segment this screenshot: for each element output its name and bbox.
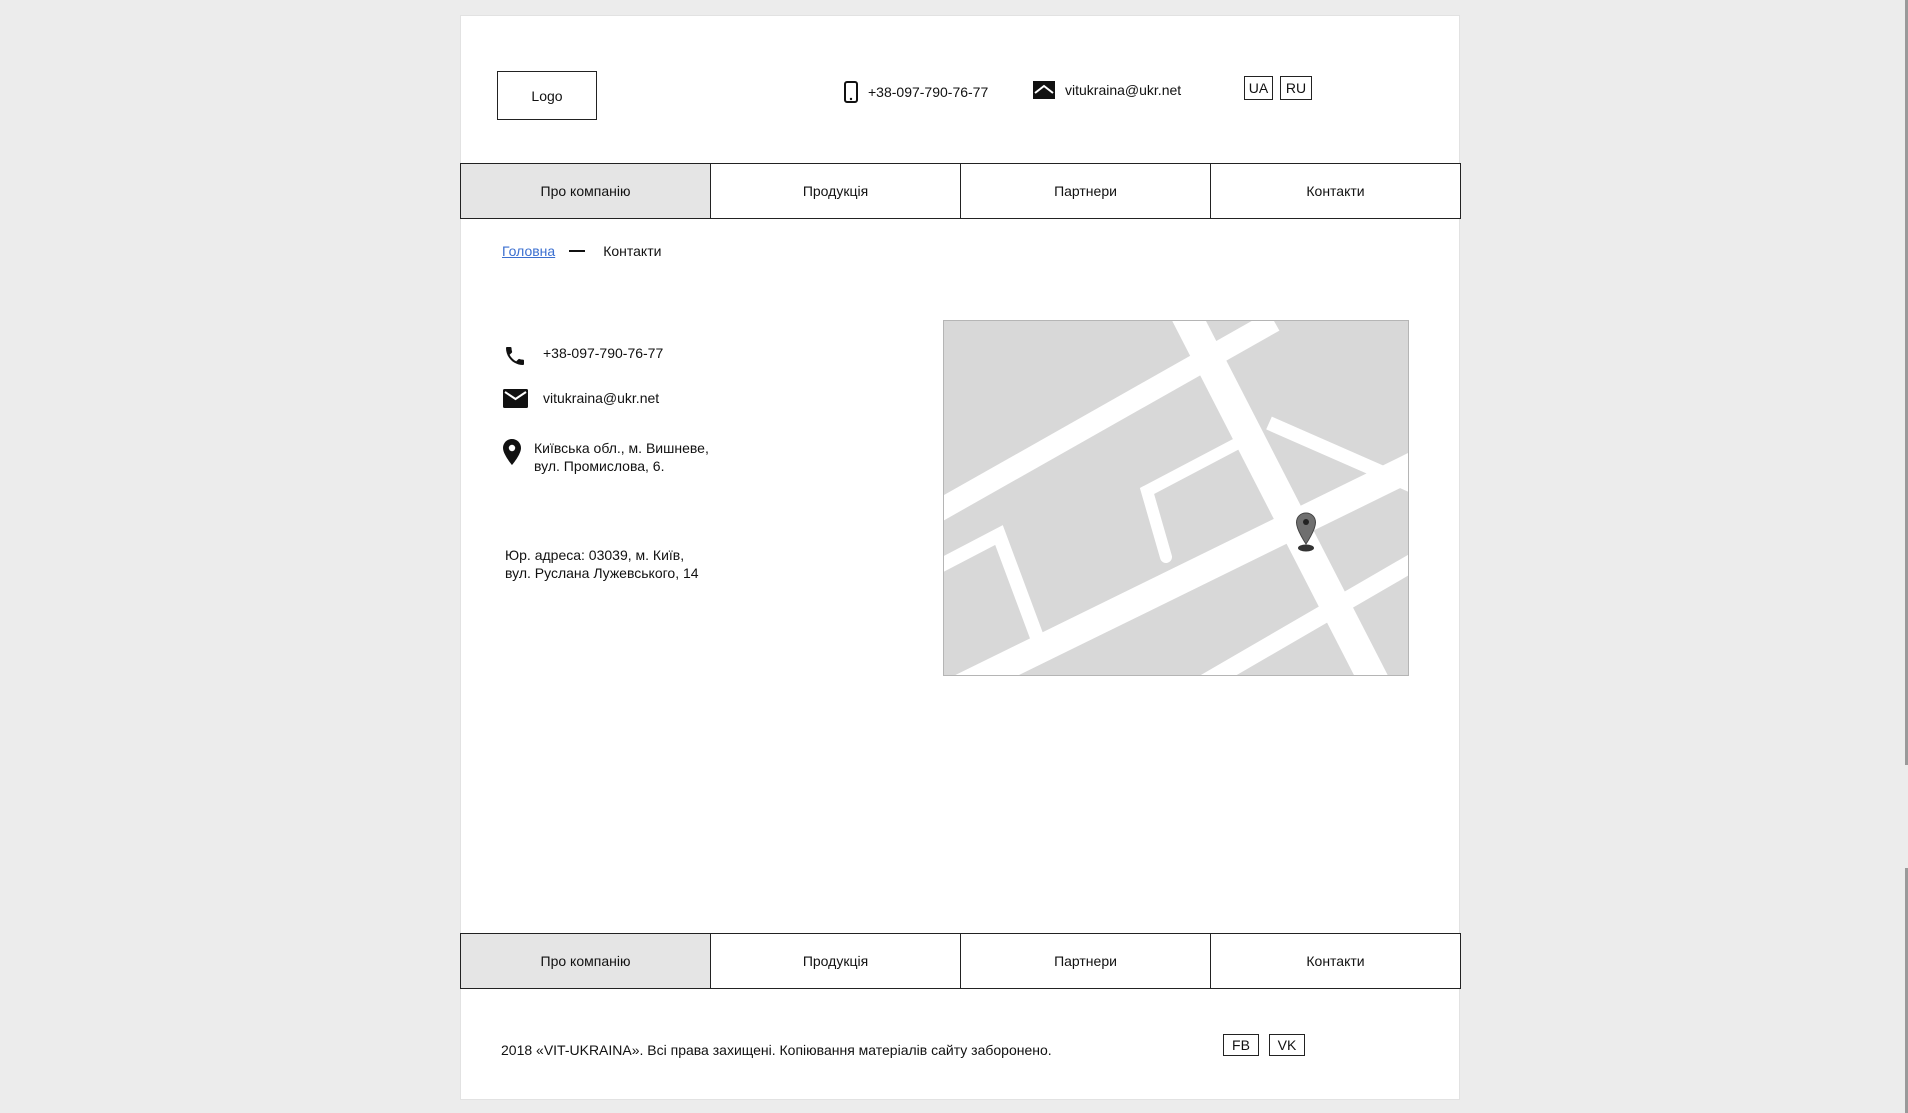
location-map[interactable]	[943, 320, 1409, 676]
facebook-label: FB	[1232, 1037, 1250, 1053]
nav-item-contacts[interactable]: Контакти	[1210, 163, 1461, 219]
logo-label: Logo	[531, 87, 563, 104]
page-container: Logo +38-097-790-76-77 vitukraina@ukr.ne…	[460, 15, 1461, 1100]
breadcrumb-home-link[interactable]: Головна	[502, 243, 555, 259]
nav-item-label: Контакти	[1306, 953, 1365, 969]
address-line-1: Київська обл., м. Вишневе,	[534, 440, 709, 456]
envelope-icon	[1033, 81, 1055, 99]
nav-item-label: Партнери	[1054, 953, 1117, 969]
vk-label: VK	[1277, 1037, 1297, 1053]
legal-address: Юр. адреса: 03039, м. Київ, вул. Руслана…	[505, 546, 699, 582]
mobile-phone-icon	[844, 81, 858, 103]
vk-button[interactable]: VK	[1269, 1034, 1305, 1056]
scrollbar[interactable]	[1904, 0, 1908, 1113]
footer-copyright: 2018 «VIT-UKRAINA». Всі права захищені. …	[501, 1042, 1052, 1058]
nav-item-partners[interactable]: Партнери	[960, 163, 1211, 219]
footer-navigation: Про компанію Продукція Партнери Контакти	[460, 933, 1461, 989]
header-phone[interactable]: +38-097-790-76-77	[844, 81, 988, 103]
breadcrumb-current: Контакти	[603, 243, 662, 259]
header-email-text: vitukraina@ukr.net	[1065, 82, 1182, 98]
contact-address-text: Київська обл., м. Вишневе, вул. Промисло…	[534, 439, 709, 475]
footer-nav-item-products[interactable]: Продукція	[710, 933, 961, 989]
facebook-button[interactable]: FB	[1223, 1034, 1259, 1056]
footer-nav-item-contacts[interactable]: Контакти	[1210, 933, 1461, 989]
nav-item-about[interactable]: Про компанію	[460, 163, 711, 219]
location-pin-icon	[503, 439, 523, 465]
contact-phone[interactable]: +38-097-790-76-77	[503, 344, 663, 368]
lang-ru-button[interactable]: RU	[1280, 76, 1312, 100]
lang-ua-label: UA	[1248, 80, 1269, 96]
contact-email[interactable]: vitukraina@ukr.net	[503, 389, 659, 408]
footer-nav-item-partners[interactable]: Партнери	[960, 933, 1211, 989]
header-phone-text: +38-097-790-76-77	[868, 84, 989, 100]
nav-item-label: Продукція	[802, 183, 869, 199]
breadcrumb: Головна Контакти	[502, 243, 661, 259]
nav-item-label: Про компанію	[540, 953, 631, 969]
address-line-2: вул. Промислова, 6.	[534, 458, 665, 474]
lang-ru-label: RU	[1285, 80, 1307, 96]
footer-nav-item-about[interactable]: Про компанію	[460, 933, 711, 989]
logo[interactable]: Logo	[497, 71, 597, 120]
map-marker-icon	[1294, 511, 1318, 558]
mail-icon	[503, 389, 531, 408]
nav-item-label: Партнери	[1054, 183, 1117, 199]
nav-item-products[interactable]: Продукція	[710, 163, 961, 219]
top-navigation: Про компанію Продукція Партнери Контакти	[460, 163, 1461, 219]
phone-handset-icon	[503, 344, 531, 368]
map-streets	[944, 321, 1408, 675]
header-email[interactable]: vitukraina@ukr.net	[1033, 81, 1181, 99]
contact-email-text: vitukraina@ukr.net	[543, 390, 660, 406]
legal-address-line-1: Юр. адреса: 03039, м. Київ,	[505, 547, 685, 563]
breadcrumb-separator	[569, 250, 586, 252]
lang-ua-button[interactable]: UA	[1244, 76, 1273, 100]
legal-address-line-2: вул. Руслана Лужевського, 14	[505, 565, 699, 581]
contact-phone-text: +38-097-790-76-77	[543, 345, 664, 361]
nav-item-label: Про компанію	[540, 183, 631, 199]
nav-item-label: Контакти	[1306, 183, 1365, 199]
contact-address: Київська обл., м. Вишневе, вул. Промисло…	[503, 439, 709, 475]
nav-item-label: Продукція	[802, 953, 869, 969]
